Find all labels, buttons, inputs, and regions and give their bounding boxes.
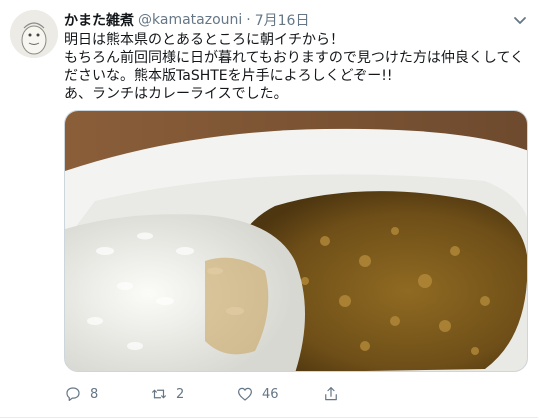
separator: · bbox=[246, 12, 251, 28]
tweet-actions: 8 2 46 bbox=[64, 384, 484, 404]
author-handle[interactable]: @kamatazouni bbox=[138, 12, 242, 28]
tweet-photo[interactable] bbox=[64, 110, 528, 372]
tweet-text: 明日は熊本県のとあるところに朝イチから！ もちろん前回同様に日が暮れてもおります… bbox=[64, 31, 526, 103]
tweet-text-line: 明日は熊本県のとあるところに朝イチから！ bbox=[64, 32, 344, 48]
avatar[interactable] bbox=[10, 10, 58, 58]
like-button[interactable]: 46 bbox=[236, 384, 279, 404]
retweet-count: 2 bbox=[176, 386, 185, 402]
retweet-button[interactable]: 2 bbox=[150, 384, 184, 404]
tweet[interactable]: かまた雑煮 @kamatazouni · 7月16日 明日は熊本県のとあるところ… bbox=[0, 0, 538, 418]
reply-icon bbox=[66, 387, 80, 401]
tweet-text-line: あ、ランチはカレーライスでした。 bbox=[64, 86, 288, 102]
reply-button[interactable]: 8 bbox=[64, 384, 98, 404]
curry-rice-photo bbox=[65, 111, 527, 371]
chevron-down-icon[interactable] bbox=[512, 12, 528, 28]
heart-icon bbox=[238, 387, 252, 401]
author-name[interactable]: かまた雑煮 bbox=[64, 10, 134, 30]
retweet-icon bbox=[152, 389, 166, 399]
share-button[interactable] bbox=[322, 384, 340, 404]
reply-count: 8 bbox=[90, 386, 99, 402]
like-count: 46 bbox=[262, 386, 279, 402]
tweet-date[interactable]: 7月16日 bbox=[255, 10, 310, 30]
tweet-header: かまた雑煮 @kamatazouni · 7月16日 bbox=[64, 10, 309, 30]
tweet-text-line: もちろん前回同様に日が暮れてもおりますので見つけた方は仲良くしてくださいな。熊本… bbox=[64, 50, 525, 84]
share-icon bbox=[325, 387, 337, 401]
